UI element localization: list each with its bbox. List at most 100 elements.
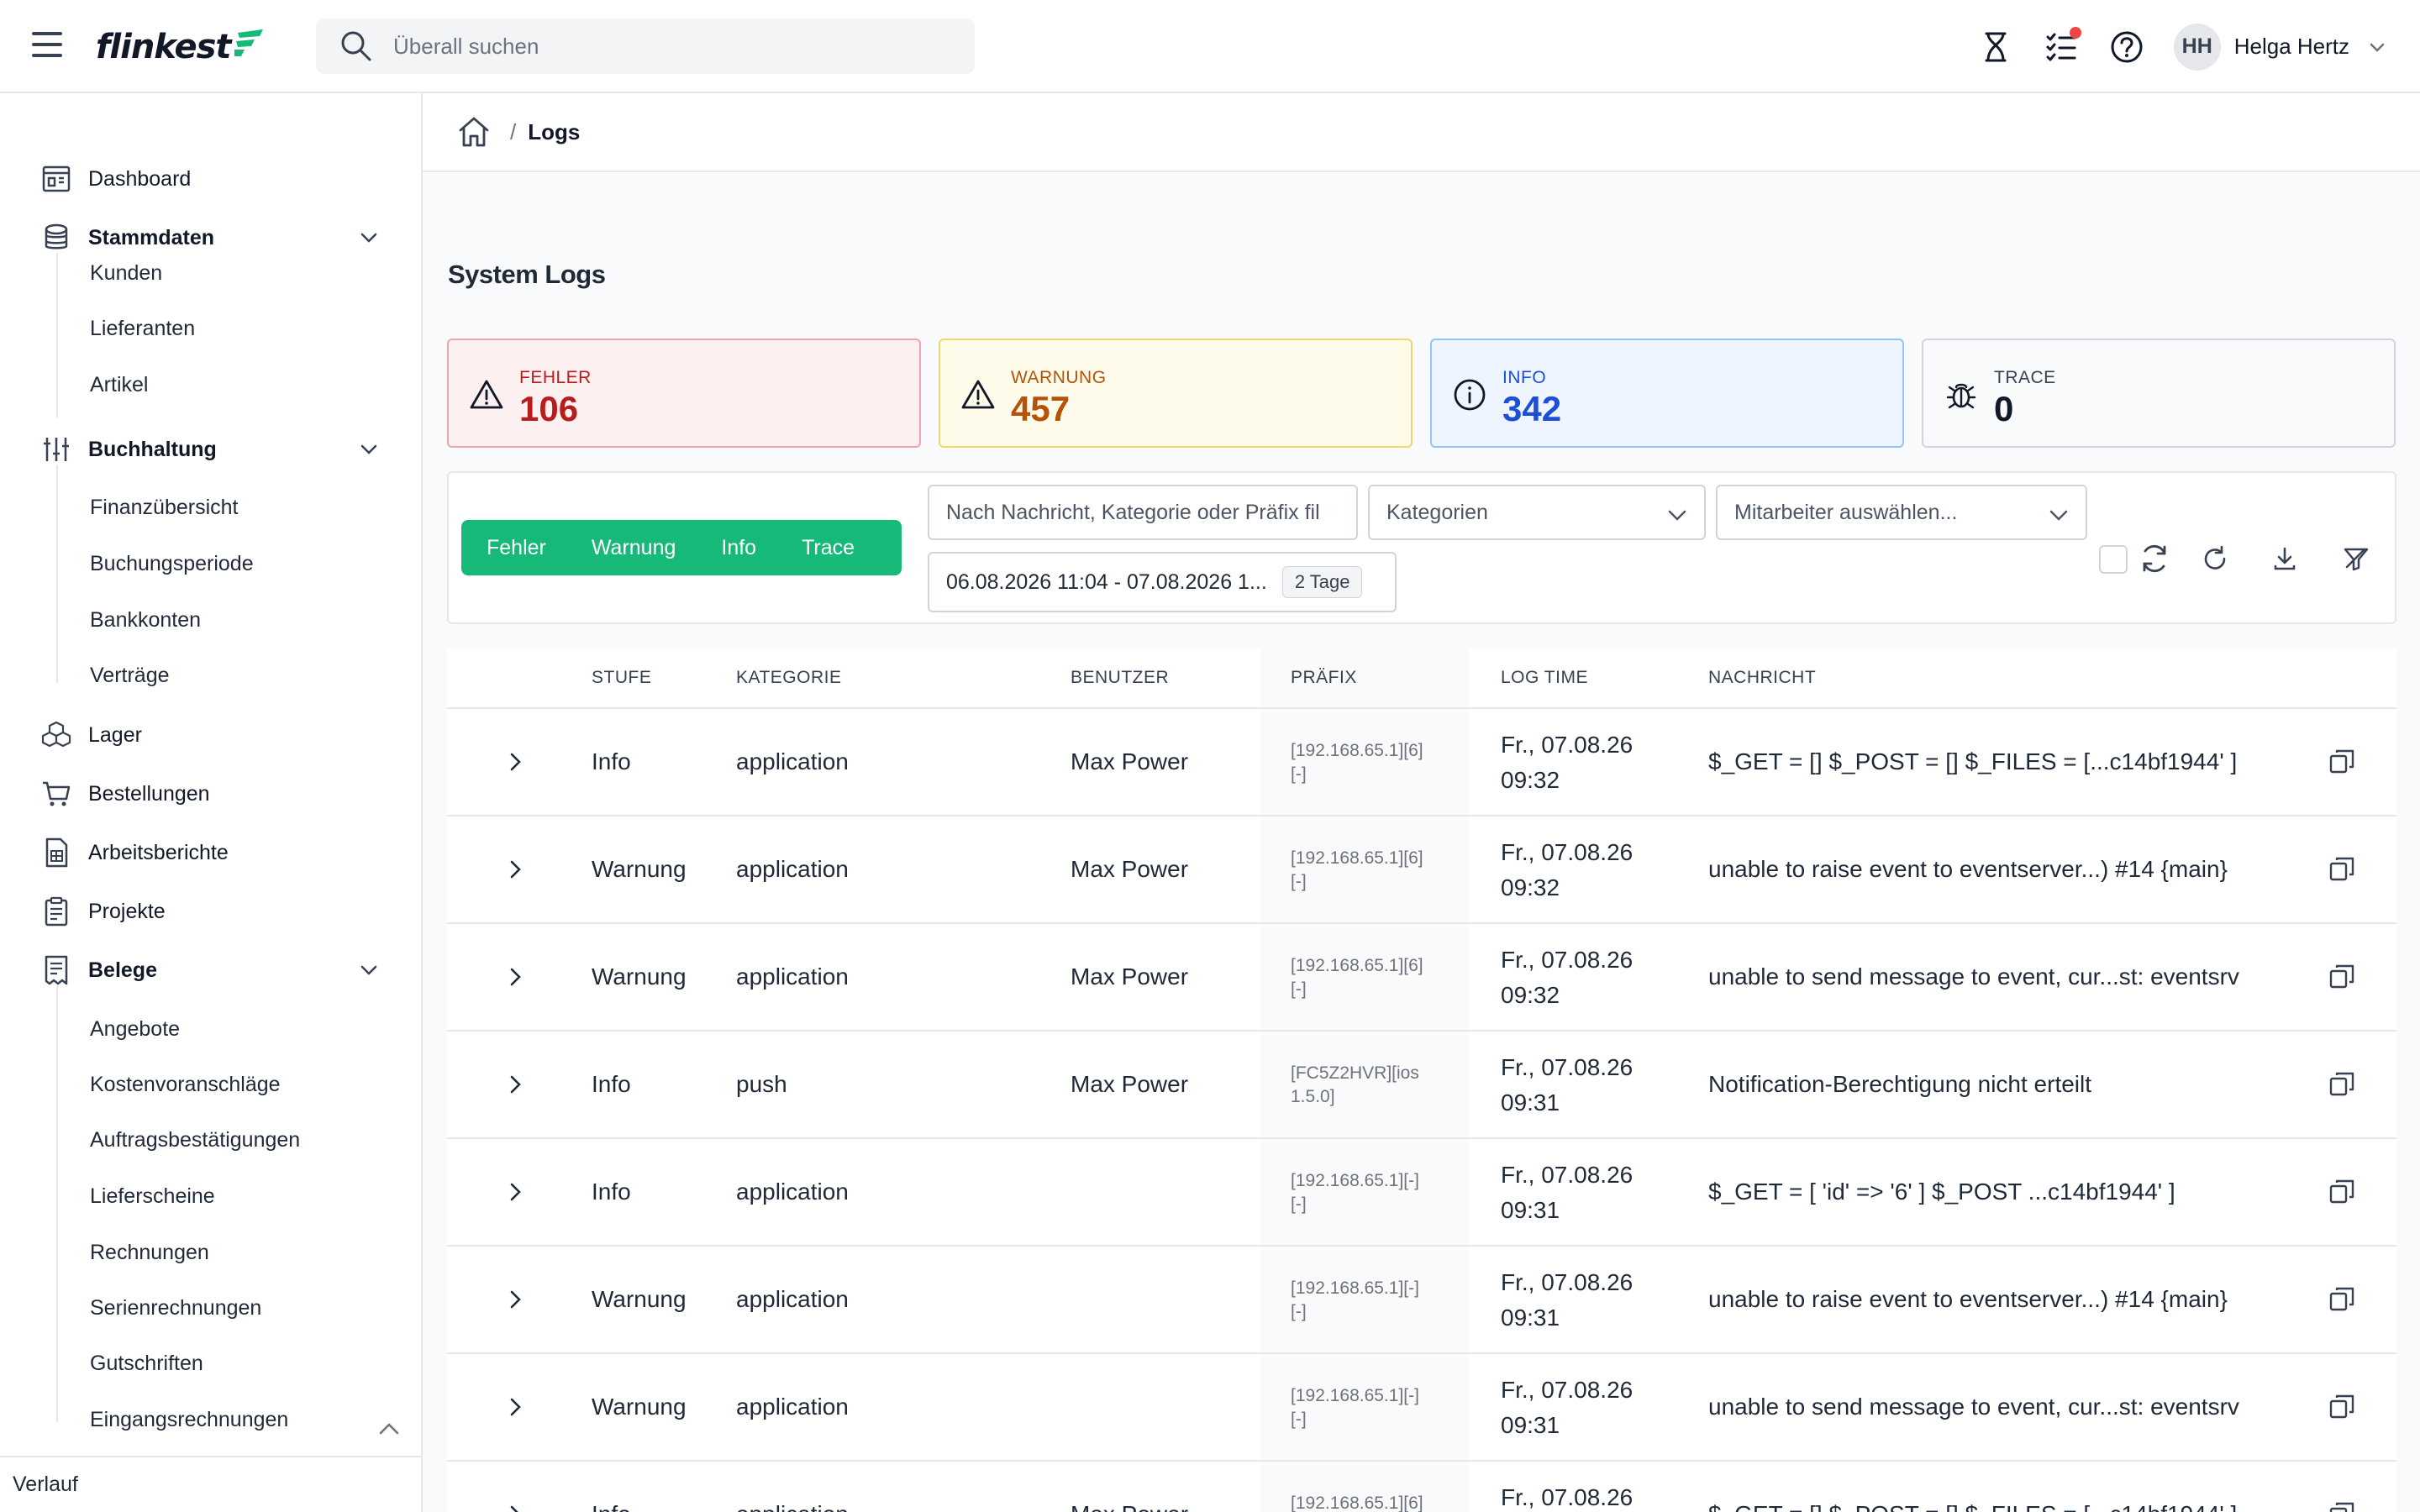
message-filter-input[interactable]: Nach Nachricht, Kategorie oder Präfix fi… <box>928 485 1358 540</box>
sidebar-item-bankkonten[interactable]: Bankkonten <box>0 599 421 641</box>
refresh-icon[interactable] <box>2198 542 2232 575</box>
sidebar-item-vertraege[interactable]: Verträge <box>0 654 421 696</box>
cell-prefix-line-1: [192.168.65.1][6] <box>1291 848 1423 868</box>
download-icon[interactable] <box>2268 542 2302 575</box>
sidebar-item-belege[interactable]: Belege <box>0 947 421 994</box>
clipboard-icon <box>45 896 68 927</box>
copy-icon[interactable] <box>2328 855 2356 884</box>
employee-select[interactable]: Mitarbeiter auswählen... <box>1716 485 2087 540</box>
sidebar-item-finanzuebersicht[interactable]: Finanzübersicht <box>0 486 421 528</box>
hourglass-icon[interactable] <box>1977 29 2014 66</box>
cell-level: Warnung <box>592 963 687 990</box>
page-title: System Logs <box>448 260 606 289</box>
sidebar-item-arbeitsberichte[interactable]: Arbeitsberichte <box>0 829 421 876</box>
stat-card-info[interactable]: INFO 342 <box>1430 339 1904 448</box>
copy-icon[interactable] <box>2328 1500 2356 1512</box>
auto-refresh-checkbox[interactable] <box>2099 545 2128 574</box>
chevron-right-icon[interactable] <box>502 964 528 990</box>
stat-card-trace[interactable]: TRACE 0 <box>1922 339 2396 448</box>
sidebar-item-kostenvoranschlaege[interactable]: Kostenvoranschläge <box>0 1063 421 1105</box>
level-toggle-info[interactable]: Info <box>721 520 756 575</box>
column-header-kategorie[interactable]: KATEGORIE <box>736 668 841 688</box>
copy-icon[interactable] <box>2328 963 2356 991</box>
cell-prefix-line-2: [-] <box>1291 872 1307 891</box>
sidebar-item-bestellungen[interactable]: Bestellungen <box>0 770 421 817</box>
column-header-benutzer[interactable]: BENUTZER <box>1071 668 1169 688</box>
table-row[interactable]: Warnung application Max Power [192.168.65.1… <box>447 816 2396 924</box>
cell-log-time: Fr., 07.08.26 09:31 <box>1501 1158 1633 1228</box>
logo[interactable]: flinkest <box>96 24 266 71</box>
table-row[interactable]: Info application Max Power [192.168.65.1][6… <box>447 1462 2396 1512</box>
level-toggle-trace[interactable]: Trace <box>802 520 855 575</box>
column-header-stufe[interactable]: STUFE <box>592 668 651 688</box>
search-input[interactable] <box>393 33 897 60</box>
sidebar-item-angebote[interactable]: Angebote <box>0 1008 421 1050</box>
column-header-log-time[interactable]: LOG TIME <box>1501 668 1588 688</box>
level-toggle-fehler[interactable]: Fehler <box>487 520 546 575</box>
help-icon[interactable] <box>2108 29 2145 66</box>
chevron-right-icon[interactable] <box>502 1287 528 1312</box>
sidebar-item-buchhaltung[interactable]: Buchhaltung <box>0 426 421 473</box>
stat-card-error[interactable]: FEHLER 106 <box>447 339 921 448</box>
report-icon <box>45 837 68 868</box>
search-bar[interactable] <box>316 18 975 74</box>
chevron-right-icon[interactable] <box>502 1394 528 1420</box>
user-name: Helga Hertz <box>2233 34 2349 59</box>
sidebar-item-lager[interactable]: Lager <box>0 711 421 759</box>
filter-clear-icon[interactable] <box>2339 542 2373 575</box>
sidebar-item-eingangsrechnungen[interactable]: Eingangsrechnungen <box>0 1399 421 1441</box>
table-row[interactable]: Warnung application [192.168.65.1][-] [-] Fr… <box>447 1354 2396 1462</box>
sidebar-item-buchungsperiode[interactable]: Buchungsperiode <box>0 543 421 585</box>
stat-card-warning[interactable]: WARNUNG 457 <box>939 339 1413 448</box>
table-row[interactable]: Warnung application [192.168.65.1][-] [-] Fr… <box>447 1247 2396 1354</box>
level-toggle-warnung[interactable]: Warnung <box>592 520 676 575</box>
cell-prefix: [192.168.65.1][6] [-] <box>1291 739 1423 786</box>
sidebar-item-label: Serienrechnungen <box>90 1295 262 1320</box>
chevron-right-icon[interactable] <box>502 1179 528 1205</box>
sidebar-item-serienrechnungen[interactable]: Serienrechnungen <box>0 1287 421 1329</box>
table-row[interactable]: Warnung application Max Power [192.168.65.1… <box>447 924 2396 1032</box>
copy-icon[interactable] <box>2328 1070 2356 1099</box>
date-range-picker[interactable]: 06.08.2026 11:04 - 07.08.2026 1... 2 Tag… <box>928 552 1397 612</box>
sidebar-item-label: Rechnungen <box>90 1240 209 1264</box>
menu-icon[interactable] <box>32 32 62 57</box>
table-row[interactable]: Info application [192.168.65.1][-] [-] Fr., … <box>447 1139 2396 1247</box>
cell-prefix-line-2: [-] <box>1291 1194 1307 1214</box>
copy-icon[interactable] <box>2328 1285 2356 1314</box>
sidebar-item-artikel[interactable]: Artikel <box>0 364 421 406</box>
chevron-right-icon[interactable] <box>502 749 528 774</box>
chevron-right-icon[interactable] <box>502 857 528 882</box>
home-icon[interactable] <box>456 114 492 150</box>
cell-category: application <box>736 856 849 882</box>
sidebar-item-label: Arbeitsberichte <box>88 840 229 864</box>
chevron-up-icon[interactable] <box>376 1416 402 1441</box>
sidebar-item-lieferanten[interactable]: Lieferanten <box>0 307 421 349</box>
sidebar-item-gutschriften[interactable]: Gutschriften <box>0 1342 421 1384</box>
sidebar-item-projekte[interactable]: Projekte <box>0 888 421 935</box>
sidebar-item-lieferscheine[interactable]: Lieferscheine <box>0 1175 421 1217</box>
sidebar-item-label: Stammdaten <box>88 225 215 249</box>
sync-icon[interactable] <box>2138 542 2171 575</box>
copy-icon[interactable] <box>2328 1178 2356 1206</box>
column-header-praefix[interactable]: PRÄFIX <box>1291 668 1357 688</box>
column-header-nachricht[interactable]: NACHRICHT <box>1708 668 1816 688</box>
sidebar-item-auftragsbestaetigungen[interactable]: Auftragsbestätigungen <box>0 1119 421 1161</box>
chevron-right-icon[interactable] <box>502 1072 528 1097</box>
sidebar-item-label: Lieferscheine <box>90 1184 215 1208</box>
table-row[interactable]: Info application Max Power [192.168.65.1][6… <box>447 709 2396 816</box>
sidebar-item-dashboard[interactable]: Dashboard <box>0 155 421 202</box>
cell-prefix-line-2: [-] <box>1291 1302 1307 1321</box>
chevron-down-icon <box>2370 43 2385 52</box>
copy-icon[interactable] <box>2328 748 2356 776</box>
tasks-notification[interactable] <box>2043 26 2081 66</box>
cell-level: Info <box>592 1071 631 1097</box>
user-menu[interactable]: HH Helga Hertz <box>2173 23 2386 71</box>
chevron-right-icon[interactable] <box>502 1502 528 1512</box>
copy-icon[interactable] <box>2328 1393 2356 1421</box>
sidebar-item-rechnungen[interactable]: Rechnungen <box>0 1231 421 1273</box>
table-row[interactable]: Info push Max Power [FC5Z2HVR][ios 1.5.0] Fr.… <box>447 1032 2396 1139</box>
categories-select[interactable]: Kategorien <box>1368 485 1706 540</box>
dashboard-icon <box>42 165 71 192</box>
sidebar-item-kunden[interactable]: Kunden <box>0 252 421 294</box>
sidebar-footer-history[interactable]: Verlauf <box>0 1456 421 1512</box>
